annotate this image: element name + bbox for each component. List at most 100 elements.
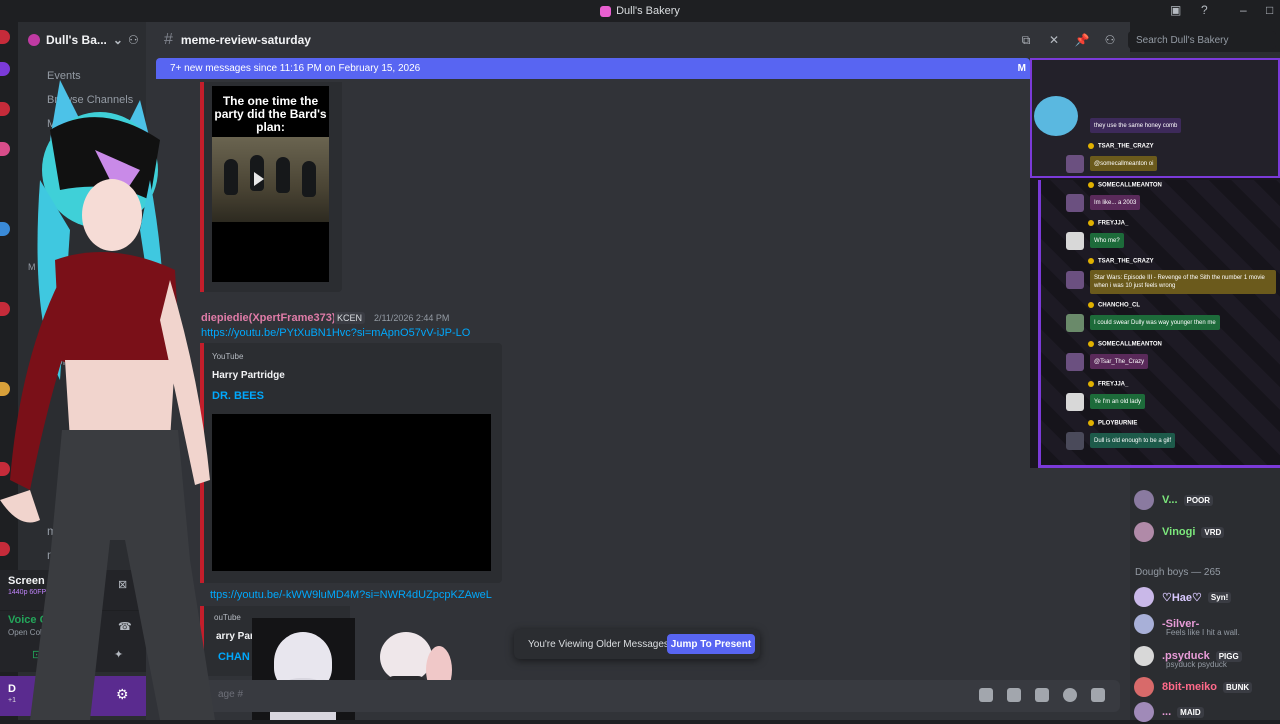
overlay-chat-message: Dull is old enough to be a gilf: [1090, 433, 1176, 448]
overlay-chat-message: Who me?: [1090, 233, 1124, 248]
meme-caption: The one time the party did the Bard's pl…: [214, 94, 327, 134]
guild-tag-badge: KCEN: [334, 312, 366, 324]
sticker-face: [380, 632, 432, 682]
overlay-chat-user: TSAR_THE_CRAZY: [1088, 258, 1154, 265]
stop-stream-icon[interactable]: ⊠: [118, 578, 127, 591]
emoji-icon[interactable]: [1063, 688, 1077, 702]
mark-as-read-button[interactable]: M: [1018, 63, 1026, 74]
voice-status: Voice Cor: [8, 614, 59, 626]
message-link[interactable]: https://youtu.be/PYtXuBN1Hvc?si=mApnO57v…: [201, 327, 470, 339]
server-icon[interactable]: [0, 382, 10, 396]
avatar: [1066, 271, 1084, 289]
camera-icon[interactable]: ⊡: [32, 648, 41, 661]
meme-video-thumbnail[interactable]: [212, 137, 329, 222]
overlay-chat-message: Im like... a 2003: [1090, 195, 1141, 210]
server-icon[interactable]: [0, 30, 10, 44]
overlay-chat-user: TSAR_THE_CRAZY: [1088, 143, 1154, 150]
settings-gear-icon[interactable]: ⚙: [116, 686, 129, 703]
server-icon[interactable]: [0, 62, 10, 76]
server-avatar-icon: [28, 34, 40, 46]
app-logo-icon: [600, 5, 612, 17]
maximize-button[interactable]: □: [1266, 3, 1273, 17]
member-group-header: Dough boys — 265: [1135, 567, 1221, 578]
member-item[interactable]: V... POOR: [1134, 488, 1214, 512]
member-item[interactable]: ... MAID: [1134, 700, 1204, 724]
username[interactable]: D: [8, 683, 16, 695]
member-list-icon[interactable]: ⚇: [1102, 32, 1118, 48]
penguin-figure: [302, 161, 316, 197]
embed-title[interactable]: CHAN: [218, 651, 250, 663]
member-partial: [1136, 466, 1276, 480]
overlay-chat-user: SOMECALLMEANTON: [1088, 341, 1162, 348]
server-header[interactable]: Dull's Ba... ⌄: [18, 28, 146, 52]
member-tag: MAID: [1177, 706, 1204, 718]
apps-icon[interactable]: [1091, 688, 1105, 702]
overlay-chat-user: FREYJJA_: [1088, 381, 1128, 388]
window-title: Dull's Bakery: [616, 5, 680, 17]
avatar: [1066, 393, 1084, 411]
pin-icon[interactable]: 📌: [1074, 32, 1090, 48]
channel-item[interactable]: e6-le: [62, 330, 89, 344]
search-input[interactable]: Search Dull's Bakery: [1128, 31, 1276, 49]
inbox-icon[interactable]: ▣: [1170, 3, 1181, 17]
channel-item[interactable]: m: [47, 524, 57, 538]
member-tag: VRD: [1201, 526, 1225, 538]
member-item[interactable]: ♡Hae♡ Syn!: [1134, 585, 1232, 609]
help-icon[interactable]: ?: [1201, 3, 1208, 17]
activity-icon[interactable]: ✦: [114, 648, 123, 661]
sidebar-item-events[interactable]: Events: [47, 70, 81, 82]
server-icon[interactable]: [0, 462, 10, 476]
microphone-icon[interactable]: 🎙: [40, 688, 54, 701]
sticker-icon[interactable]: [1035, 688, 1049, 702]
message-author[interactable]: diepiedie(XpertFrame373): [201, 312, 336, 324]
channel-item[interactable]: orld: [56, 354, 76, 368]
server-icon[interactable]: [0, 142, 10, 156]
member-item[interactable]: Vinogi VRD: [1134, 520, 1225, 544]
channel-category[interactable]: M: [28, 262, 36, 272]
hash-icon: #: [164, 31, 173, 48]
mascot-icon: [1034, 96, 1078, 136]
new-messages-bar[interactable]: 7+ new messages since 11:16 PM on Februa…: [156, 58, 1030, 79]
server-icon[interactable]: [0, 542, 10, 556]
add-attachment-icon[interactable]: +: [168, 686, 186, 704]
member-name: ♡Hae♡: [1162, 591, 1202, 604]
older-messages-text: You're Viewing Older Messages: [528, 639, 669, 650]
disconnect-icon[interactable]: ☎: [118, 620, 132, 633]
embed-author[interactable]: Harry Partridge: [212, 370, 285, 381]
avatar: [1134, 522, 1154, 542]
embed-author[interactable]: arry Par: [216, 631, 254, 642]
sidebar-item-members[interactable]: Me: [47, 118, 62, 130]
add-member-icon[interactable]: ⚇: [128, 33, 139, 47]
member-tag: BUNK: [1223, 681, 1253, 693]
member-tag: Syn!: [1207, 591, 1232, 603]
play-icon[interactable]: [254, 172, 264, 186]
member-name: 8bit-meiko: [1162, 681, 1218, 693]
overlay-chat-message: Ye I'm an old lady: [1090, 394, 1145, 409]
jump-to-present-button[interactable]: Jump To Present: [667, 634, 755, 654]
server-icon[interactable]: [0, 302, 10, 316]
video-player[interactable]: [212, 414, 491, 571]
mute-bell-icon[interactable]: ✕: [1046, 32, 1062, 48]
member-name: ...: [1162, 706, 1172, 718]
gif-icon[interactable]: [1007, 688, 1021, 702]
gift-icon[interactable]: [979, 688, 993, 702]
overlay-chat-message: Star Wars: Episode III - Revenge of the …: [1090, 270, 1276, 294]
penguin-figure: [276, 157, 290, 193]
avatar: [1066, 314, 1084, 332]
message-composer[interactable]: [160, 680, 1120, 712]
channel-item[interactable]: mu: [47, 548, 64, 562]
threads-icon[interactable]: ⧉: [1018, 32, 1034, 48]
new-messages-text: 7+ new messages since 11:16 PM on Februa…: [170, 63, 421, 74]
message-link[interactable]: ttps://youtu.be/-kWW9luMD4M?si=NWR4dUZpc…: [210, 589, 492, 601]
sidebar-item-browse-channels[interactable]: Browse Channels: [47, 94, 133, 106]
member-status: psyduck psyduck: [1166, 660, 1227, 669]
avatar: [1066, 155, 1084, 173]
minimize-button[interactable]: –: [1240, 3, 1247, 17]
channel-item[interactable]: ai: [47, 230, 56, 244]
member-name: Vinogi: [1162, 526, 1196, 538]
server-icon[interactable]: [0, 222, 10, 236]
avatar: [1134, 646, 1154, 666]
member-item[interactable]: 8bit-meiko BUNK: [1134, 675, 1253, 699]
embed-title[interactable]: DR. BEES: [212, 390, 264, 402]
server-icon[interactable]: [0, 102, 10, 116]
